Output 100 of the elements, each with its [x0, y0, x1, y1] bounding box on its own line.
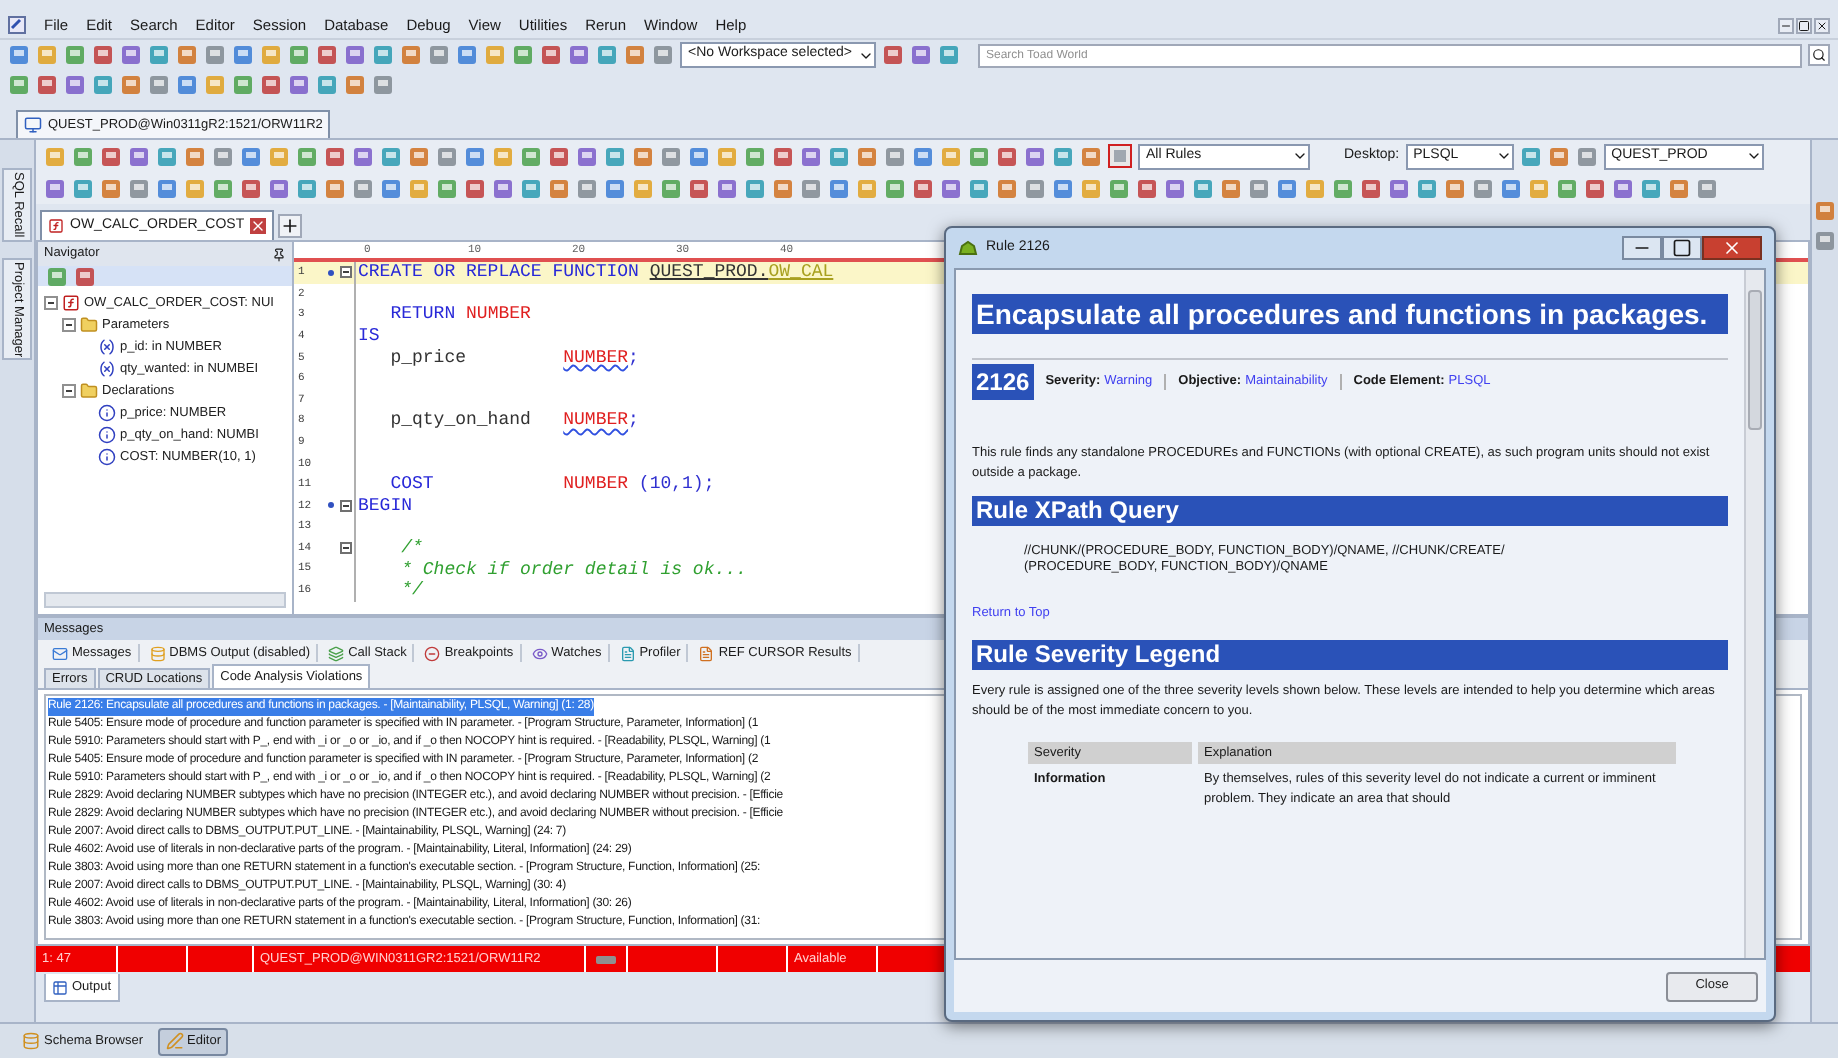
tool-icon[interactable]: [46, 265, 68, 287]
tool-icon[interactable]: [1472, 177, 1494, 199]
tool-icon[interactable]: [1814, 200, 1836, 222]
tool-icon[interactable]: [1052, 177, 1074, 199]
tool-icon[interactable]: [937, 44, 960, 66]
tool-icon[interactable]: [436, 145, 458, 167]
tool-icon[interactable]: [212, 145, 234, 167]
close-icon[interactable]: [1814, 17, 1830, 33]
tool-icon[interactable]: [372, 74, 394, 96]
tool-icon[interactable]: [1024, 145, 1046, 167]
collapse-icon[interactable]: [62, 384, 76, 398]
fold-icon[interactable]: [340, 542, 352, 555]
tool-icon[interactable]: [92, 74, 114, 96]
tool-icon[interactable]: [212, 177, 234, 199]
tool-icon[interactable]: [100, 177, 122, 199]
tool-icon[interactable]: [74, 265, 96, 287]
tool-icon[interactable]: [1556, 177, 1578, 199]
tool-icon[interactable]: [1500, 177, 1522, 199]
tool-icon[interactable]: [464, 177, 486, 199]
tool-icon[interactable]: [120, 74, 142, 96]
tool-icon[interactable]: [968, 145, 990, 167]
tool-icon[interactable]: [540, 44, 562, 66]
tool-icon[interactable]: [148, 74, 170, 96]
tool-icon[interactable]: [8, 44, 30, 66]
tool-icon[interactable]: [1276, 177, 1298, 199]
tool-icon[interactable]: [660, 145, 682, 167]
collapse-icon[interactable]: [44, 296, 58, 310]
tool-icon[interactable]: [604, 145, 626, 167]
tool-icon[interactable]: [316, 44, 338, 66]
tool-icon[interactable]: [44, 177, 66, 199]
tool-icon[interactable]: [828, 145, 850, 167]
tool-icon[interactable]: [316, 74, 338, 96]
tool-icon[interactable]: [128, 177, 150, 199]
tool-icon[interactable]: [772, 177, 794, 199]
tool-icon[interactable]: [856, 145, 878, 167]
collapse-icon[interactable]: [62, 318, 76, 332]
tool-icon[interactable]: [1547, 145, 1570, 167]
tool-icon[interactable]: [1024, 177, 1046, 199]
tool-icon[interactable]: [828, 177, 850, 199]
tool-icon[interactable]: [156, 177, 178, 199]
tool-icon[interactable]: [120, 44, 142, 66]
tool-icon[interactable]: [8, 74, 30, 96]
tool-icon[interactable]: [288, 44, 310, 66]
tool-icon[interactable]: [324, 177, 346, 199]
tool-icon[interactable]: [596, 44, 618, 66]
tool-icon[interactable]: [456, 44, 478, 66]
tool-icon[interactable]: [716, 177, 738, 199]
tool-icon[interactable]: [1080, 145, 1102, 167]
tool-icon[interactable]: [72, 145, 94, 167]
tool-icon[interactable]: [324, 145, 346, 167]
tool-icon[interactable]: [548, 145, 570, 167]
tool-icon[interactable]: [400, 44, 422, 66]
tool-icon[interactable]: [184, 145, 206, 167]
tool-icon[interactable]: [576, 145, 598, 167]
tool-icon[interactable]: [72, 177, 94, 199]
horizontal-scrollbar[interactable]: [44, 592, 286, 608]
tool-icon[interactable]: [688, 145, 710, 167]
tool-icon[interactable]: [1164, 177, 1186, 199]
tool-icon[interactable]: [492, 177, 514, 199]
tool-icon[interactable]: [352, 177, 374, 199]
tool-icon[interactable]: [1108, 177, 1130, 199]
tool-icon[interactable]: [996, 177, 1018, 199]
tool-icon[interactable]: [884, 177, 906, 199]
tool-icon[interactable]: [176, 74, 198, 96]
tool-icon[interactable]: [909, 44, 932, 66]
tool-icon[interactable]: [912, 177, 934, 199]
tool-icon[interactable]: [344, 44, 366, 66]
tool-icon[interactable]: [260, 74, 282, 96]
vertical-scrollbar[interactable]: [1744, 270, 1764, 958]
tool-icon[interactable]: [744, 145, 766, 167]
tool-icon[interactable]: [632, 145, 654, 167]
minimize-button[interactable]: [1622, 236, 1662, 260]
tool-icon[interactable]: [1696, 177, 1718, 199]
tool-icon[interactable]: [344, 74, 366, 96]
tool-icon[interactable]: [232, 44, 254, 66]
tool-icon[interactable]: [36, 74, 58, 96]
tool-icon[interactable]: [1575, 145, 1598, 167]
tool-icon[interactable]: [408, 145, 430, 167]
tool-icon[interactable]: [512, 44, 534, 66]
tool-icon[interactable]: [288, 74, 310, 96]
tool-icon[interactable]: [352, 145, 374, 167]
tool-icon[interactable]: [1248, 177, 1270, 199]
tool-icon[interactable]: [520, 177, 542, 199]
fold-icon[interactable]: [340, 266, 352, 279]
tool-icon[interactable]: [652, 44, 674, 66]
tool-icon[interactable]: [800, 145, 822, 167]
search-icon[interactable]: [1808, 44, 1830, 66]
tool-icon[interactable]: [296, 177, 318, 199]
tool-icon[interactable]: [1332, 177, 1354, 199]
tool-icon[interactable]: [688, 177, 710, 199]
tool-icon[interactable]: [1612, 177, 1634, 199]
tool-icon[interactable]: [548, 177, 570, 199]
tool-icon[interactable]: [1192, 177, 1214, 199]
pin-icon[interactable]: [272, 247, 286, 261]
tool-icon[interactable]: [268, 177, 290, 199]
tool-icon[interactable]: [568, 44, 590, 66]
tool-icon[interactable]: [436, 177, 458, 199]
new-tab-icon[interactable]: [278, 214, 303, 238]
tool-icon[interactable]: [604, 177, 626, 199]
restore-icon[interactable]: [1796, 17, 1812, 33]
